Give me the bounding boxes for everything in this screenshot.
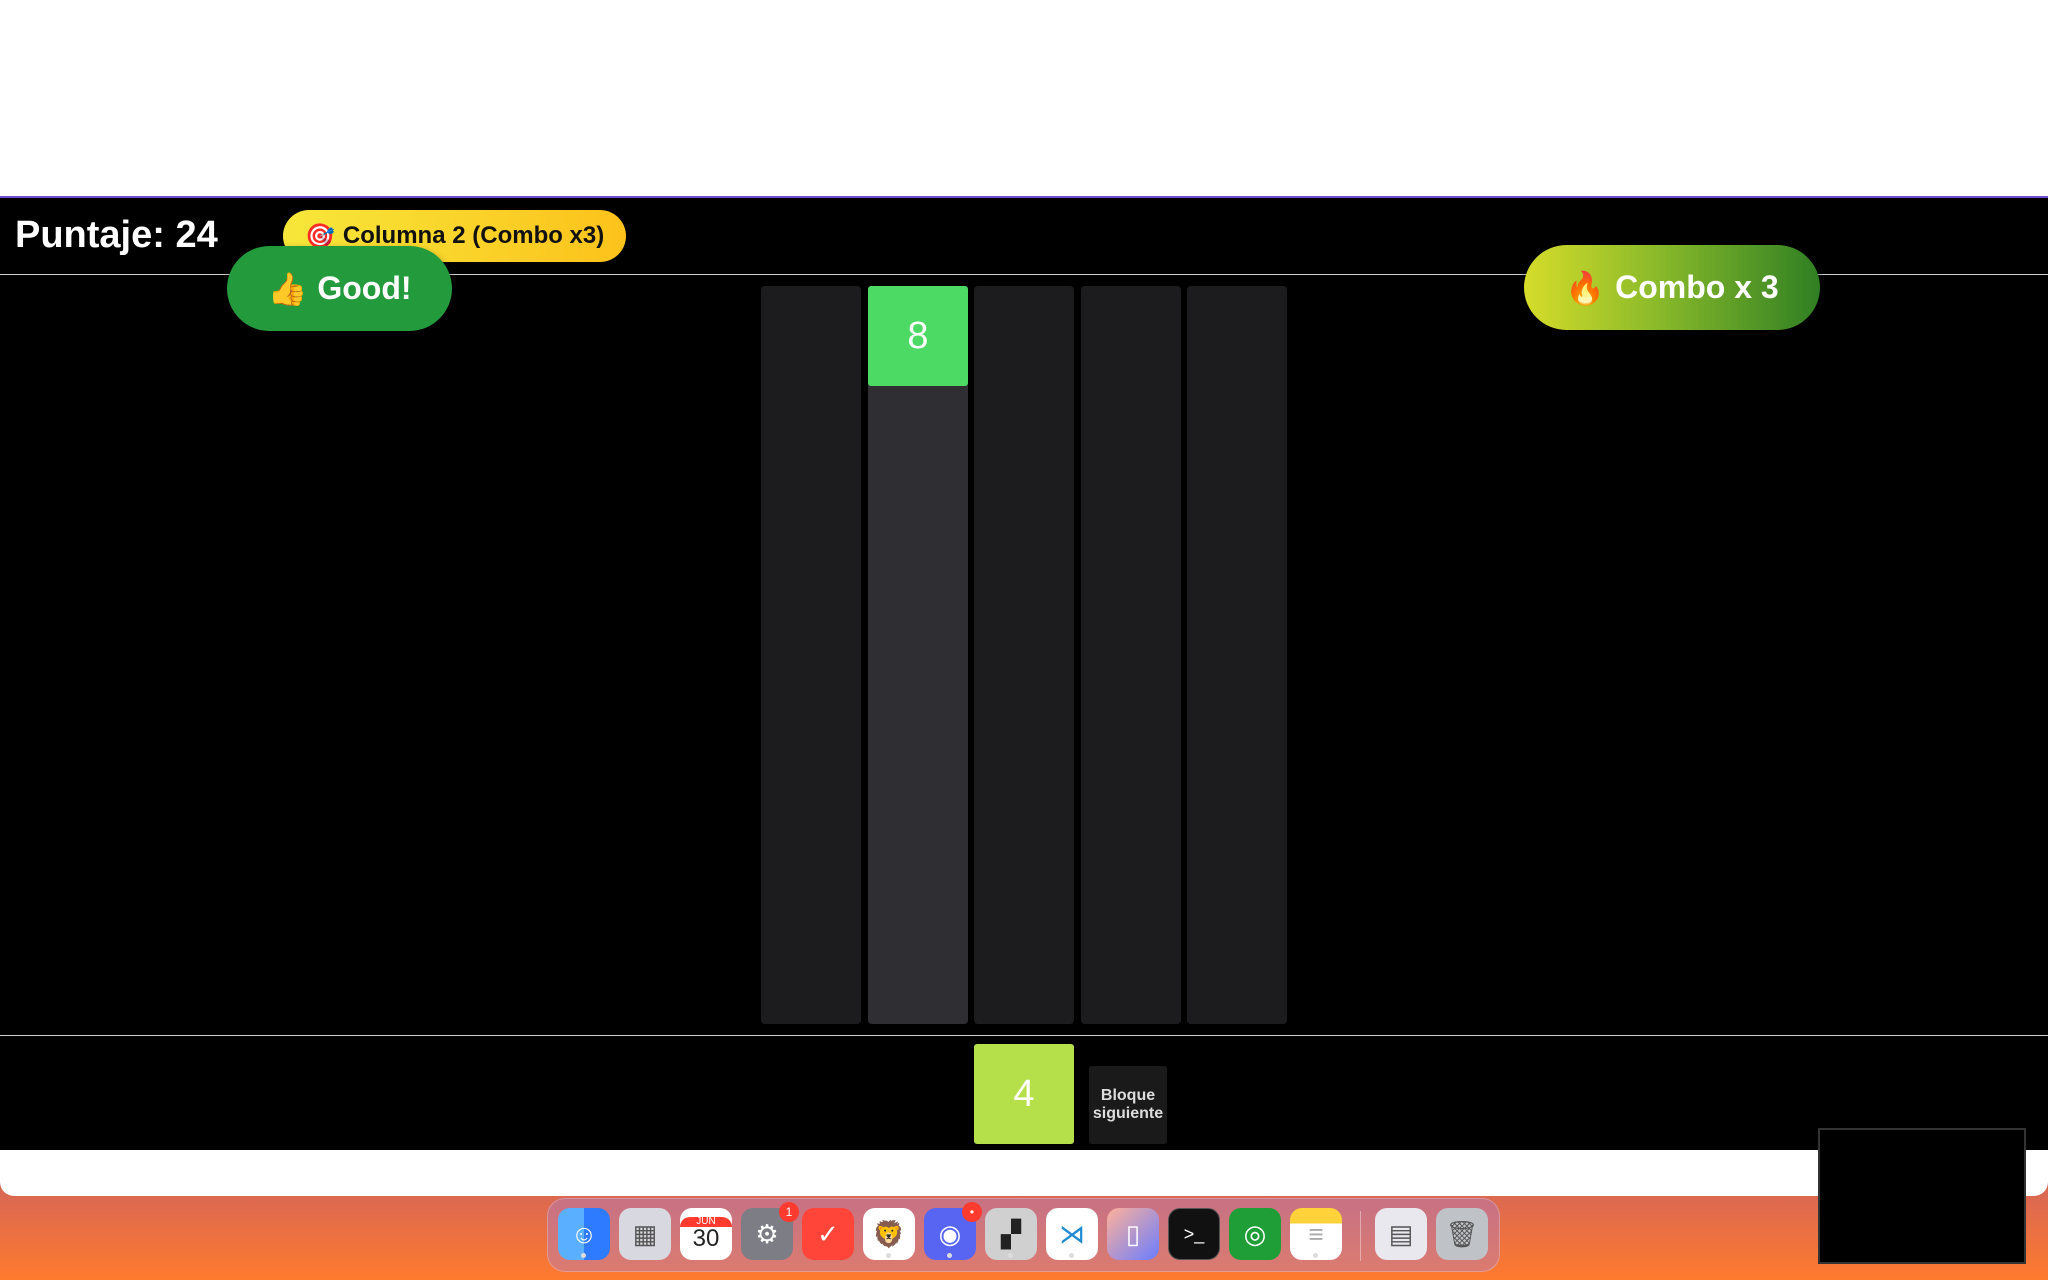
system-settings-icon[interactable]: ⚙ 1 [741, 1202, 799, 1260]
dock-divider [1360, 1211, 1361, 1261]
next-block-label: Bloque siguiente [1089, 1066, 1167, 1144]
board-column-4[interactable] [1081, 286, 1181, 1024]
good-text: Good! [317, 270, 412, 306]
vscode-icon[interactable]: ⋊ [1046, 1208, 1098, 1260]
discord-badge: • [962, 1202, 982, 1222]
discord-icon[interactable]: ◉ • [924, 1202, 982, 1260]
thumbs-up-icon: 👍 [267, 270, 308, 307]
trash-icon[interactable]: 🗑 [1436, 1208, 1488, 1260]
board-column-5[interactable] [1187, 286, 1287, 1024]
macos-dock: ☺ ▦ JUN 30 ⚙ 1 ✓ 🦁 ◉ • ▞ ⋊ ▯ >_ ◎ ≡ ▤ 🗑 [547, 1198, 1500, 1272]
fire-icon: 🔥 [1565, 269, 1606, 306]
board-column-1[interactable] [761, 286, 861, 1024]
browser-page-top [0, 0, 2048, 198]
next-block-value: 4 [1013, 1072, 1035, 1115]
terminal-icon[interactable]: >_ [1168, 1208, 1220, 1260]
brave-browser-icon[interactable]: 🦁 [863, 1208, 915, 1260]
block-value: 8 [907, 314, 929, 357]
cursor-editor-icon[interactable]: ▞ [985, 1208, 1037, 1260]
board-column-3[interactable] [974, 286, 1074, 1024]
good-feedback-pill: 👍 Good! [227, 246, 452, 331]
calendar-day: 30 [692, 1225, 720, 1252]
board-column-2[interactable]: 8 [868, 286, 968, 1024]
score-label: Puntaje: 24 [15, 214, 218, 256]
launchpad-icon[interactable]: ▦ [619, 1208, 671, 1260]
settings-badge: 1 [779, 1202, 799, 1222]
network-icon[interactable]: ◎ [1229, 1208, 1281, 1260]
notes-icon[interactable]: ≡ [1290, 1208, 1342, 1260]
game-area: Puntaje: 24 🎯 Columna 2 (Combo x3) 👍 Goo… [0, 198, 2048, 1150]
combo-pill: 🔥 Combo x 3 [1524, 245, 1820, 330]
preview-icon[interactable]: ▤ [1375, 1208, 1427, 1260]
screenshot-thumbnail-preview[interactable] [1818, 1128, 2026, 1264]
finder-icon[interactable]: ☺ [558, 1208, 610, 1260]
simulator-icon[interactable]: ▯ [1107, 1208, 1159, 1260]
browser-page-bottom [0, 1150, 2048, 1196]
combo-text: Combo x 3 [1615, 269, 1779, 305]
next-block: 4 [974, 1044, 1074, 1144]
clock-icon[interactable]: ✓ [802, 1208, 854, 1260]
board-block: 8 [868, 286, 968, 386]
game-footer: 4 [0, 1035, 2048, 1150]
calendar-icon[interactable]: JUN 30 [680, 1208, 732, 1260]
